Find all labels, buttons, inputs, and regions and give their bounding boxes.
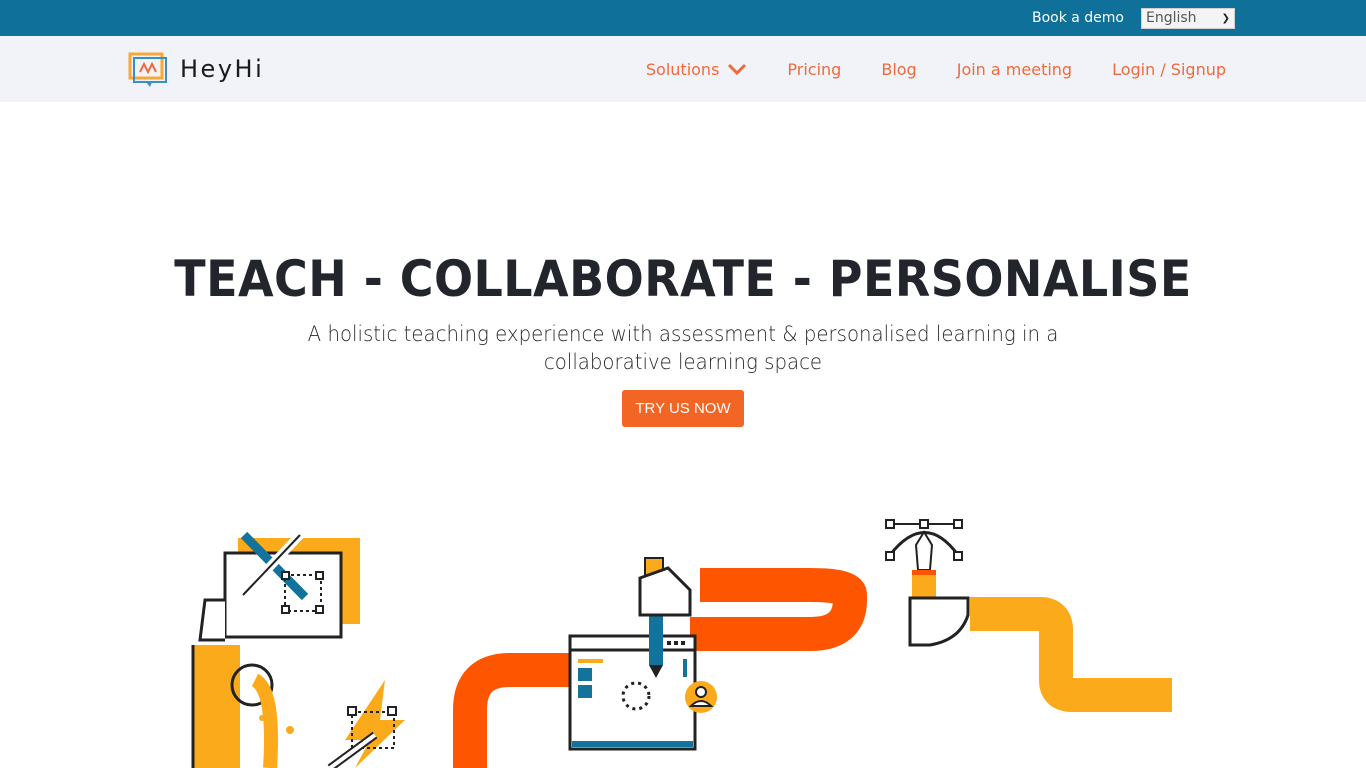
- logo-icon: [128, 52, 167, 87]
- tablet-hand-illustration: [191, 531, 360, 768]
- hero-illustration: [191, 519, 1172, 768]
- logo[interactable]: HeyHi: [128, 50, 264, 88]
- chevron-down-icon: ❯: [1221, 12, 1230, 24]
- nav-pricing[interactable]: Pricing: [787, 60, 841, 79]
- lightning-pencil-icon: [327, 680, 405, 768]
- hero-title: TEACH - COLLABORATE - PERSONALISE: [174, 250, 1192, 308]
- hero-section: TEACH - COLLABORATE - PERSONALISE A holi…: [0, 102, 1366, 427]
- nav-solutions-label: Solutions: [645, 59, 720, 79]
- nav-login-signup[interactable]: Login / Signup: [1112, 60, 1226, 79]
- nav-join-meeting[interactable]: Join a meeting: [957, 60, 1072, 79]
- language-select-value: English: [1146, 10, 1197, 26]
- chevron-down-icon: [728, 63, 747, 75]
- book-demo-link[interactable]: Book a demo: [1032, 10, 1124, 26]
- logo-text: HeyHi: [180, 55, 265, 83]
- nav-links: Solutions Pricing Blog Join a meeting Lo…: [646, 60, 1226, 79]
- main-navbar: HeyHi Solutions Pricing Blog Join a meet…: [0, 36, 1366, 102]
- top-bar: Book a demo English ❯: [0, 0, 1366, 36]
- nav-solutions[interactable]: Solutions: [646, 60, 748, 79]
- yellow-path: [970, 597, 1172, 712]
- pen-tool-illustration: [885, 519, 970, 647]
- browser-window-illustration: [568, 557, 717, 751]
- language-select[interactable]: English ❯: [1141, 7, 1235, 29]
- nav-blog[interactable]: Blog: [881, 60, 916, 79]
- try-us-now-button[interactable]: TRY US NOW: [622, 390, 744, 427]
- hero-subtitle: A holistic teaching experience with asse…: [307, 322, 1059, 374]
